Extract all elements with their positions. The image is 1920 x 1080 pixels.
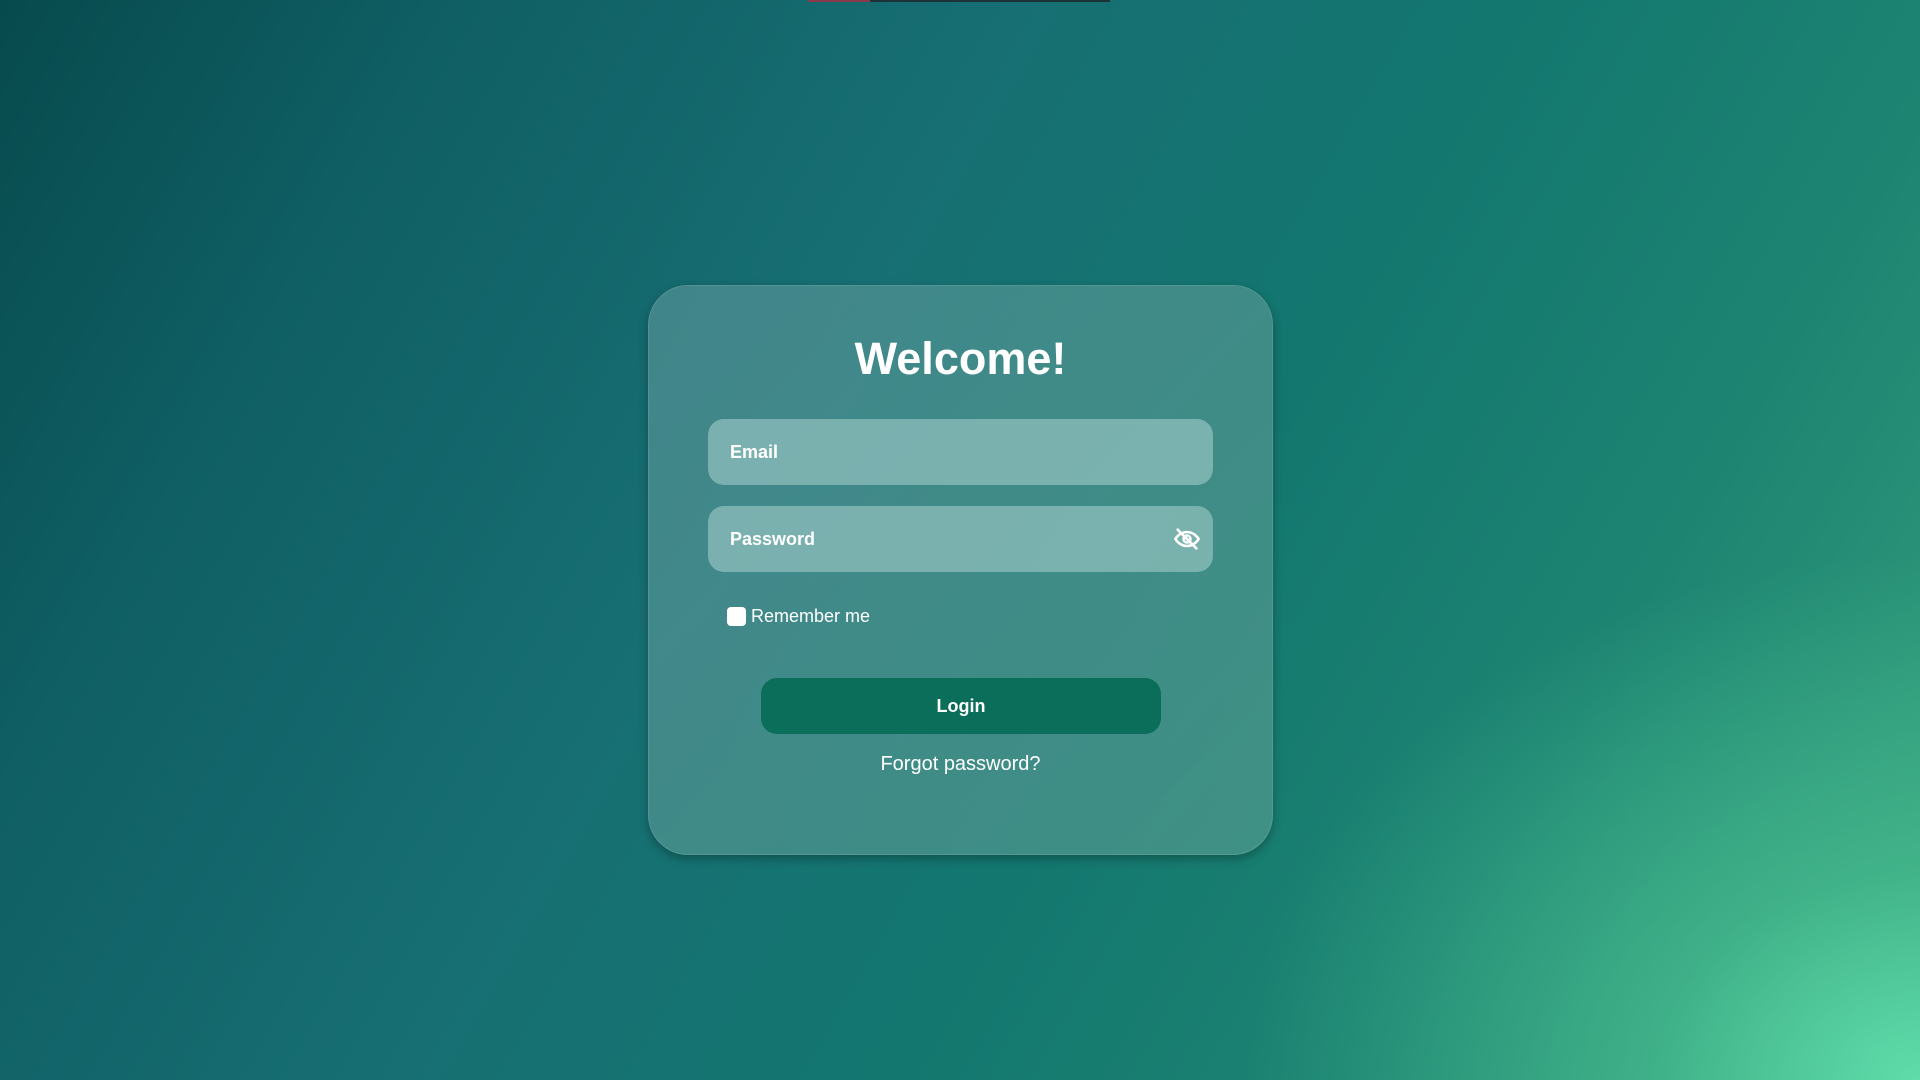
eye-slash-icon[interactable] (1173, 525, 1201, 553)
password-field[interactable] (708, 506, 1213, 572)
top-loading-bar-accent (808, 0, 870, 2)
forgot-password-link[interactable]: Forgot password? (649, 753, 1272, 776)
email-field[interactable] (708, 419, 1213, 485)
remember-me-checkbox[interactable]: Remember me (727, 606, 870, 627)
welcome-title: Welcome! (854, 333, 1067, 384)
password-field-wrapper (708, 506, 1213, 572)
login-card: Welcome! Remember me Login Forgot passwo… (648, 285, 1273, 855)
remember-me-label: Remember me (751, 606, 871, 626)
top-loading-bar (808, 0, 1110, 2)
remember-me-checkbox-box[interactable] (727, 607, 746, 626)
login-button[interactable]: Login (761, 678, 1161, 734)
